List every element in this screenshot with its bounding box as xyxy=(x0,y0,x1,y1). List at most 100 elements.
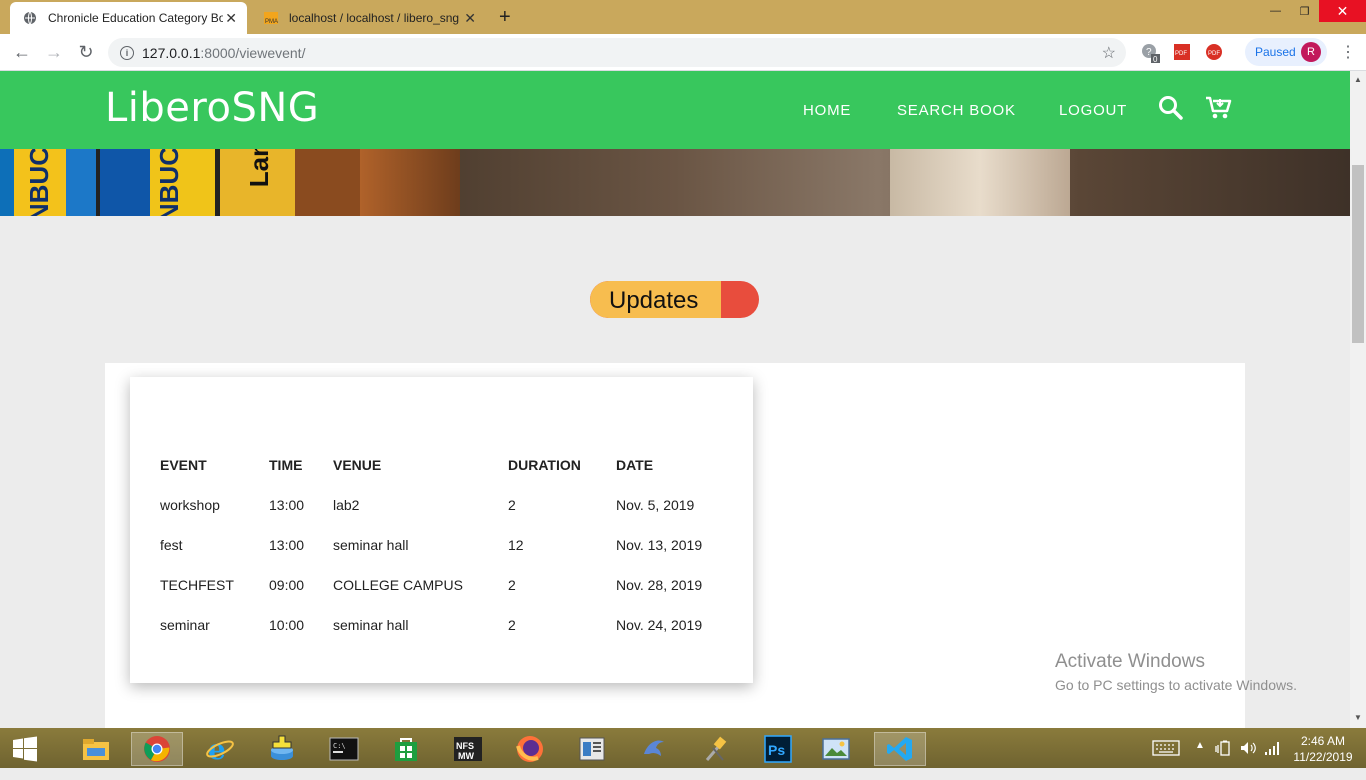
close-tab-icon[interactable]: ✕ xyxy=(225,10,237,27)
book-spine-text: NBUC xyxy=(24,149,54,216)
cell-event: TECHFEST xyxy=(160,577,234,593)
dolphin-app-icon[interactable] xyxy=(628,732,680,766)
column-header-date: DATE xyxy=(616,457,654,473)
cell-venue: lab2 xyxy=(333,497,360,513)
back-icon[interactable]: ← xyxy=(12,42,32,63)
signal-icon[interactable] xyxy=(1264,740,1280,780)
keyboard-icon[interactable] xyxy=(1152,740,1180,780)
photo-viewer-icon[interactable] xyxy=(810,732,862,766)
nav-logout[interactable]: LOGOUT xyxy=(1059,102,1127,119)
svg-text:0: 0 xyxy=(1153,55,1158,63)
address-bar[interactable]: i 127.0.0.1:8000/viewevent/ ☆ xyxy=(108,38,1126,67)
nav-home[interactable]: HOME xyxy=(803,102,851,119)
restore-icon[interactable]: ❐ xyxy=(1290,0,1319,22)
info-icon[interactable]: i xyxy=(120,45,134,60)
browser-toolbar: ← → ↻ i 127.0.0.1:8000/viewevent/ ☆ ? 0 P… xyxy=(0,34,1366,71)
cell-venue: COLLEGE CAMPUS xyxy=(333,577,463,593)
clock-date: 11/22/2019 xyxy=(1293,750,1353,764)
browser-menu-icon[interactable]: ⋮ xyxy=(1340,42,1356,62)
profile-button[interactable]: Paused R xyxy=(1245,38,1327,66)
file-explorer-icon[interactable] xyxy=(70,732,122,766)
avatar: R xyxy=(1301,42,1321,62)
column-header-event: EVENT xyxy=(160,457,207,473)
svg-text:PDF: PDF xyxy=(1208,51,1220,57)
tools-icon[interactable] xyxy=(690,732,742,766)
minimize-icon[interactable]: — xyxy=(1261,0,1290,22)
new-tab-icon[interactable]: + xyxy=(499,6,511,29)
tab-title: localhost / localhost / libero_sng xyxy=(289,11,460,25)
bookmark-star-icon[interactable]: ☆ xyxy=(1102,43,1116,63)
nfs-game-icon[interactable]: NFS MW xyxy=(442,732,494,766)
document-viewer-icon[interactable] xyxy=(566,732,618,766)
command-prompt-icon[interactable]: C:\ xyxy=(318,732,370,766)
cell-date: Nov. 24, 2019 xyxy=(616,617,703,633)
browser-tab-phpmyadmin[interactable]: PMA localhost / localhost / libero_sng ✕ xyxy=(251,2,486,34)
show-hidden-icons-icon[interactable]: ▲ xyxy=(1195,740,1205,780)
scrollbar-thumb[interactable] xyxy=(1352,165,1364,343)
database-tool-icon[interactable] xyxy=(256,732,308,766)
updates-heading-badge: Updates xyxy=(590,281,759,318)
photoshop-icon[interactable]: Ps xyxy=(752,732,804,766)
pdf-converter-icon[interactable]: PDF xyxy=(1205,43,1223,61)
firefox-icon[interactable] xyxy=(504,732,556,766)
scroll-down-icon[interactable]: ▼ xyxy=(1354,713,1362,722)
column-header-venue: VENUE xyxy=(333,457,382,473)
scroll-up-icon[interactable]: ▲ xyxy=(1354,75,1362,84)
nav-search-book[interactable]: SEARCH BOOK xyxy=(897,102,1016,119)
events-panel: EVENT TIME VENUE DURATION DATE workshop … xyxy=(105,363,1245,728)
cell-duration: 2 xyxy=(508,497,516,513)
svg-text:Ps: Ps xyxy=(768,742,785,758)
page-scrollbar[interactable]: ▲ ▼ xyxy=(1350,71,1366,728)
window-controls: — ❐ ✕ xyxy=(1261,0,1366,22)
internet-explorer-icon[interactable]: e xyxy=(194,732,246,766)
book-spine: Lan xyxy=(220,149,295,216)
book-spine-text: Lan xyxy=(244,149,274,188)
battery-icon[interactable] xyxy=(1214,740,1232,780)
cell-time: 13:00 xyxy=(269,537,305,553)
browser-tab-strip: Chronicle Education Category Bo ✕ PMA lo… xyxy=(0,0,1366,34)
cell-time: 10:00 xyxy=(269,617,305,633)
updates-heading: Updates xyxy=(609,287,699,314)
column-header-time: TIME xyxy=(269,457,303,473)
volume-icon[interactable] xyxy=(1240,740,1256,780)
svg-text:PMA: PMA xyxy=(265,19,278,25)
cart-icon[interactable] xyxy=(1205,95,1233,126)
book-spine: NBUC xyxy=(14,149,66,216)
extension-help-icon[interactable]: ? 0 xyxy=(1141,43,1160,64)
windows-taskbar: e C:\ NFS MW Ps ▲ 2:46 AM 11/22/2019 xyxy=(0,728,1366,768)
reload-icon[interactable]: ↻ xyxy=(76,42,96,63)
globe-icon xyxy=(22,10,38,26)
url-path: :8000/viewevent/ xyxy=(200,44,306,61)
forward-icon[interactable]: → xyxy=(44,42,64,63)
book-spine xyxy=(295,149,360,216)
store-icon[interactable] xyxy=(380,732,432,766)
cell-date: Nov. 28, 2019 xyxy=(616,577,703,593)
cell-event: fest xyxy=(160,537,183,553)
site-header: LiberoSNG HOME SEARCH BOOK LOGOUT xyxy=(0,71,1350,149)
book-spine: NBUC xyxy=(150,149,215,216)
taskbar-clock[interactable]: 2:46 AM 11/22/2019 xyxy=(1293,733,1353,765)
close-window-icon[interactable]: ✕ xyxy=(1319,0,1366,22)
book-spine xyxy=(360,149,460,216)
vscode-icon[interactable] xyxy=(874,732,926,766)
close-tab-icon[interactable]: ✕ xyxy=(464,10,476,27)
chrome-taskbar-icon[interactable] xyxy=(131,732,183,766)
search-icon[interactable] xyxy=(1158,95,1184,126)
svg-text:MW: MW xyxy=(458,751,474,761)
page-viewport: LiberoSNG HOME SEARCH BOOK LOGOUT NBUC N… xyxy=(0,71,1350,728)
browser-tab-active[interactable]: Chronicle Education Category Bo ✕ xyxy=(10,2,247,34)
cell-venue: seminar hall xyxy=(333,537,409,553)
site-logo[interactable]: LiberoSNG xyxy=(105,85,319,131)
cell-date: Nov. 5, 2019 xyxy=(616,497,695,513)
cell-duration: 2 xyxy=(508,617,516,633)
profile-status: Paused xyxy=(1255,45,1296,59)
column-header-duration: DURATION xyxy=(508,457,581,473)
pdf-extension-icon[interactable]: PDF xyxy=(1173,43,1191,61)
cell-time: 09:00 xyxy=(269,577,305,593)
cell-duration: 2 xyxy=(508,577,516,593)
clock-time: 2:46 AM xyxy=(1300,734,1346,748)
windows-start-icon[interactable] xyxy=(0,732,50,766)
book-spine xyxy=(0,149,14,216)
tab-title: Chronicle Education Category Bo xyxy=(48,11,223,25)
book-spine xyxy=(66,149,96,216)
